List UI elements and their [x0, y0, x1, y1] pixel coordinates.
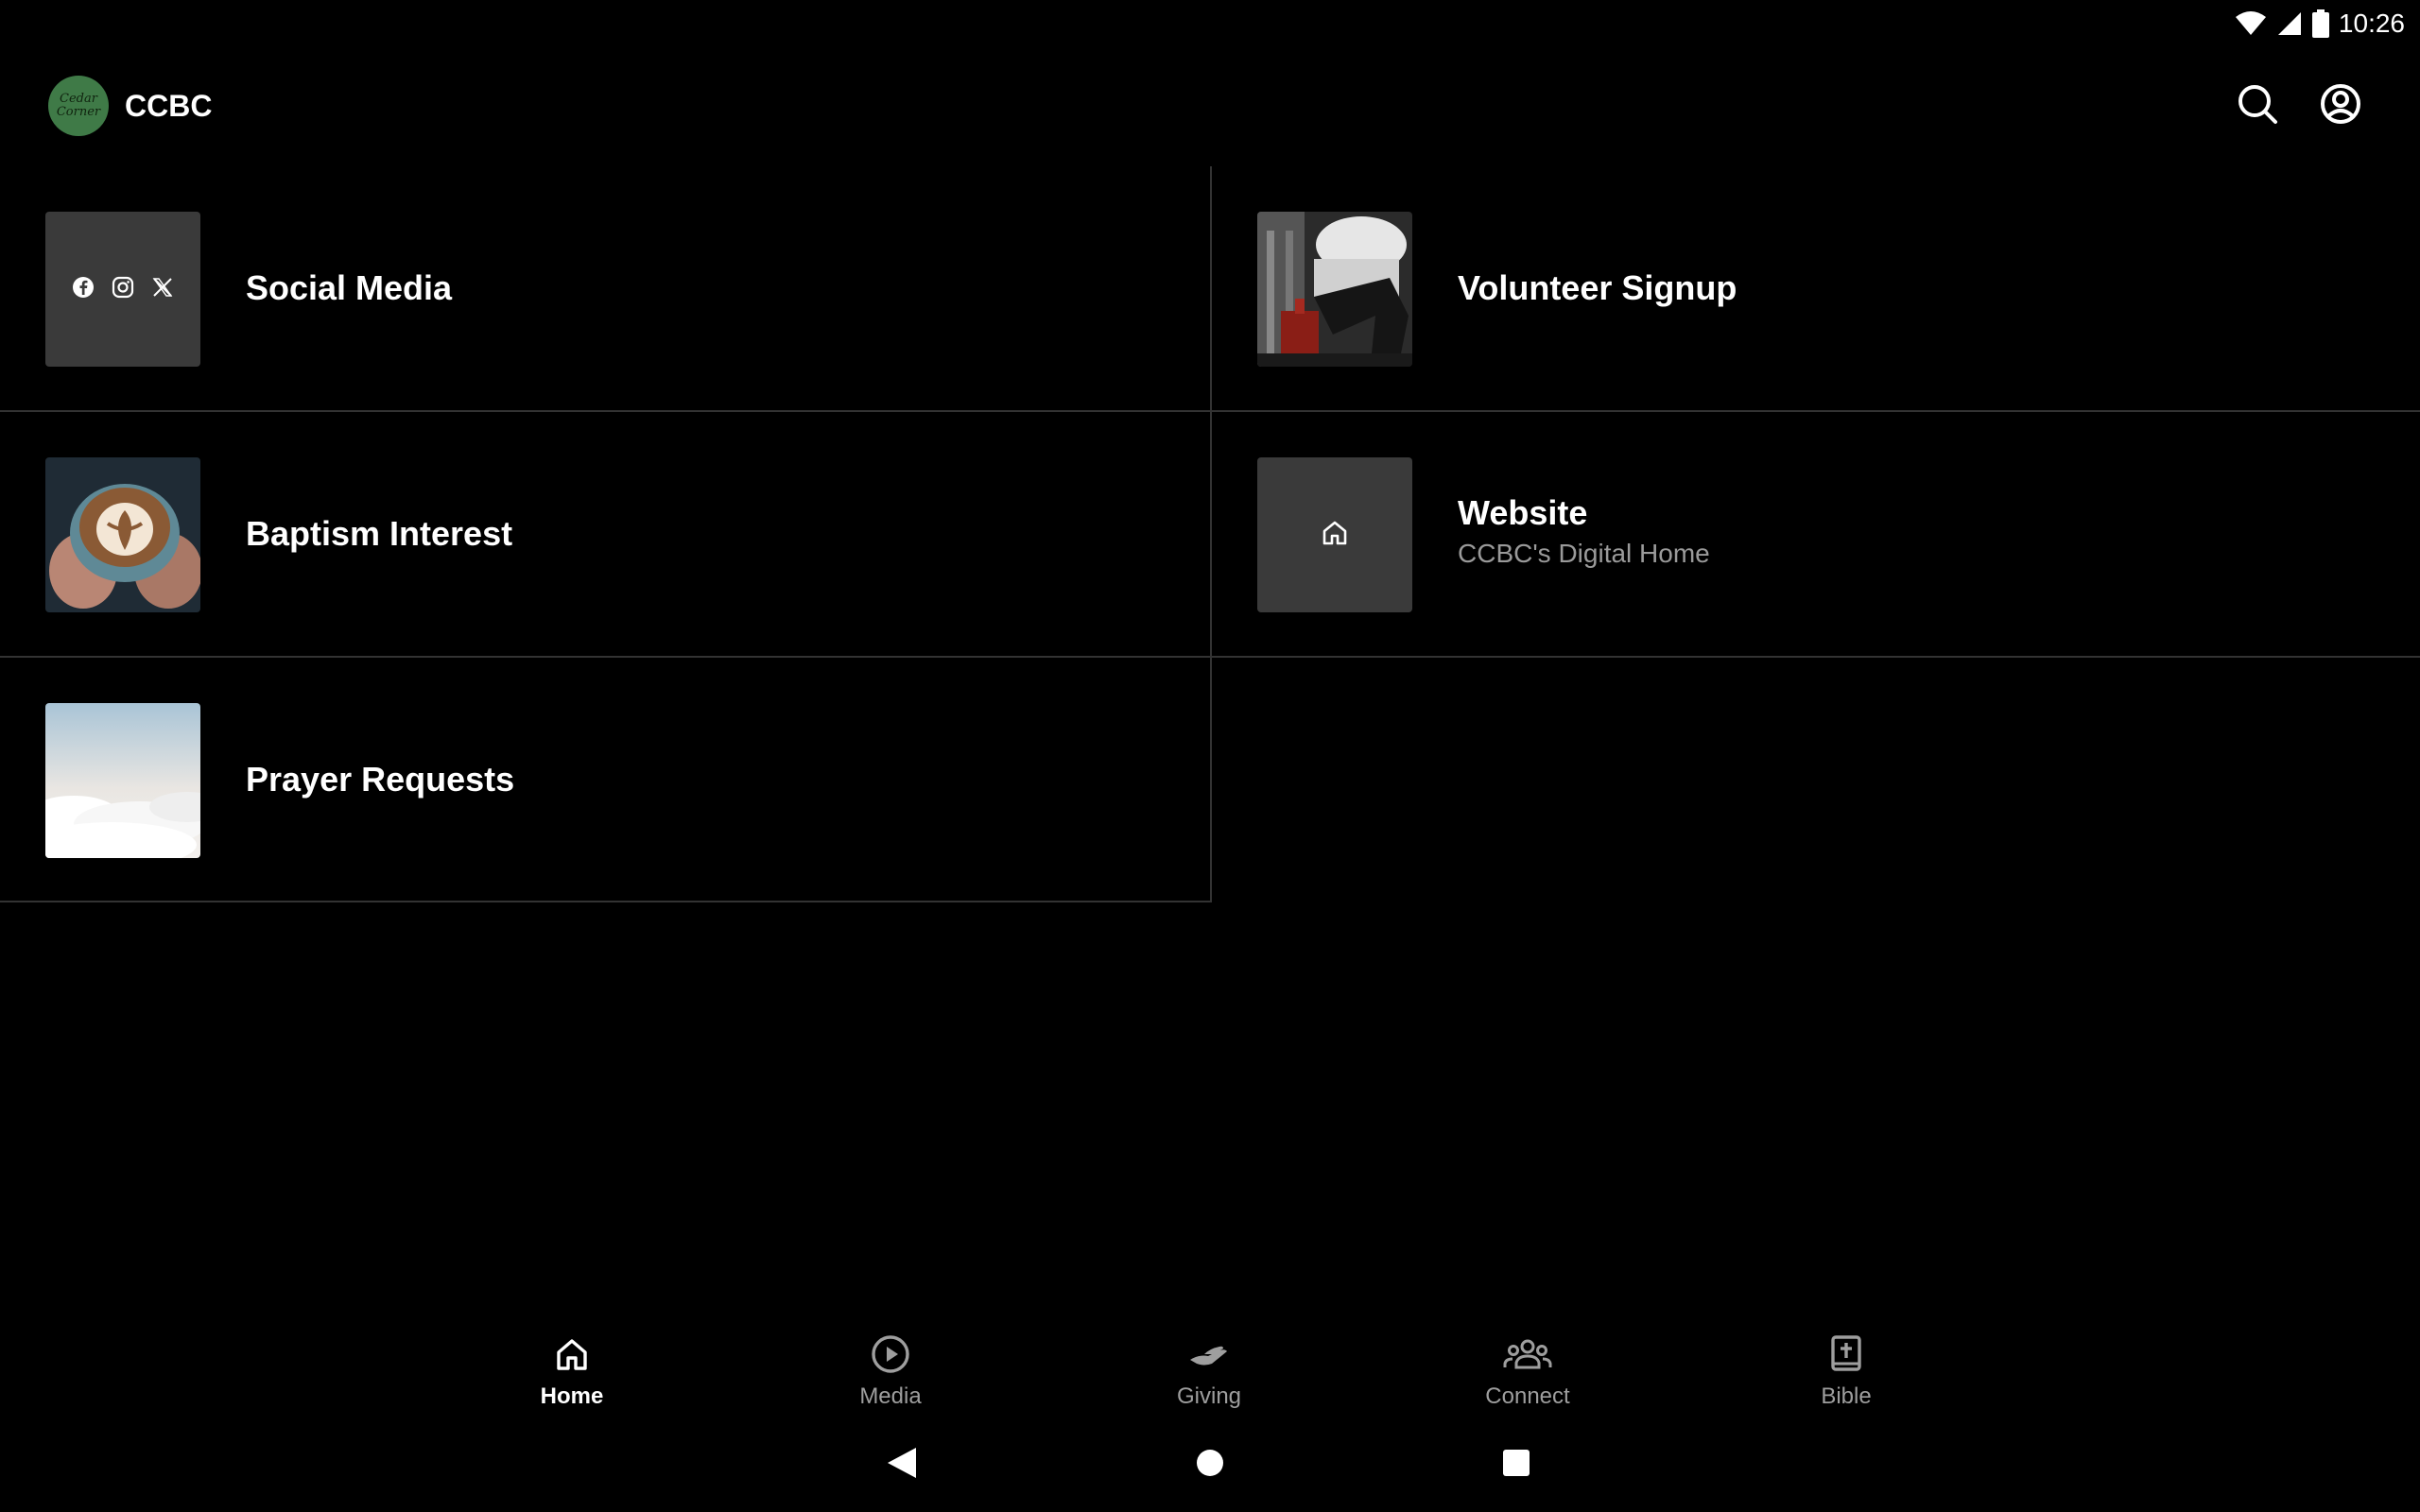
home-icon — [553, 1329, 591, 1380]
giving-hand-icon — [1187, 1329, 1231, 1380]
latte-photo — [45, 457, 200, 612]
tile-label: Prayer Requests — [246, 760, 515, 799]
home-icon — [1320, 518, 1350, 553]
tile-prayer-requests[interactable]: Prayer Requests — [0, 658, 1210, 902]
content-grid: Social Media Volunteer Signup Baptism In… — [0, 166, 2420, 903]
nav-giving[interactable]: Giving — [1115, 1323, 1304, 1418]
back-icon — [886, 1446, 918, 1485]
system-navigation — [0, 1427, 2420, 1503]
wifi-icon — [2235, 10, 2267, 37]
tile-label: Volunteer Signup — [1458, 268, 1737, 307]
account-circle-icon — [2319, 82, 2362, 130]
nav-label: Giving — [1176, 1383, 1242, 1409]
nav-home[interactable]: Home — [477, 1323, 666, 1418]
nav-label: Home — [540, 1383, 604, 1409]
tile-baptism-interest[interactable]: Baptism Interest — [0, 412, 1210, 656]
battery-icon — [2311, 9, 2329, 38]
social-media-thumbnail — [45, 212, 200, 367]
status-time: 10:26 — [2338, 9, 2405, 38]
tile-label: Website — [1458, 493, 1588, 532]
tile-subtitle: CCBC's Digital Home — [1458, 539, 1710, 568]
x-icon — [151, 276, 174, 303]
nav-label: Media — [859, 1383, 922, 1409]
app-title: CCBC — [125, 89, 213, 123]
instagram-icon — [112, 276, 134, 303]
nav-connect[interactable]: Connect — [1433, 1323, 1622, 1418]
account-button[interactable] — [2314, 79, 2367, 132]
cellular-signal-icon — [2276, 10, 2303, 37]
clouds-photo — [45, 703, 200, 858]
status-bar: 10:26 — [2042, 0, 2420, 47]
app-bar: Cedar Corner CCBC — [0, 66, 2420, 146]
tile-label: Social Media — [246, 268, 453, 307]
nav-bible[interactable]: Bible — [1752, 1323, 1941, 1418]
volunteer-photo — [1257, 212, 1412, 367]
search-icon — [2236, 82, 2279, 130]
bottom-navigation: Home Media Giving Connect Bible — [0, 1323, 2420, 1418]
tile-volunteer-signup[interactable]: Volunteer Signup — [1212, 166, 2420, 410]
nav-label: Connect — [1485, 1383, 1570, 1409]
nav-label: Bible — [1821, 1383, 1872, 1409]
tile-website[interactable]: Website CCBC's Digital Home — [1212, 412, 2420, 656]
screen: 10:26 Cedar Corner CCBC Social Media Vol… — [0, 0, 2420, 1512]
back-button[interactable] — [879, 1442, 925, 1487]
search-button[interactable] — [2231, 79, 2284, 132]
recents-button[interactable] — [1494, 1442, 1539, 1487]
facebook-icon — [72, 276, 95, 303]
groups-icon — [1503, 1329, 1552, 1380]
home-circle-icon — [1195, 1448, 1225, 1483]
nav-media[interactable]: Media — [796, 1323, 985, 1418]
play-circle-icon — [870, 1329, 911, 1380]
tile-label: Baptism Interest — [246, 514, 513, 553]
tile-social-media[interactable]: Social Media — [0, 166, 1210, 410]
logo-text: Cedar Corner — [56, 92, 101, 119]
church-logo[interactable]: Cedar Corner — [48, 76, 109, 136]
home-system-button[interactable] — [1187, 1442, 1233, 1487]
recents-icon — [1501, 1448, 1531, 1483]
bible-icon — [1827, 1329, 1865, 1380]
website-thumbnail — [1257, 457, 1412, 612]
